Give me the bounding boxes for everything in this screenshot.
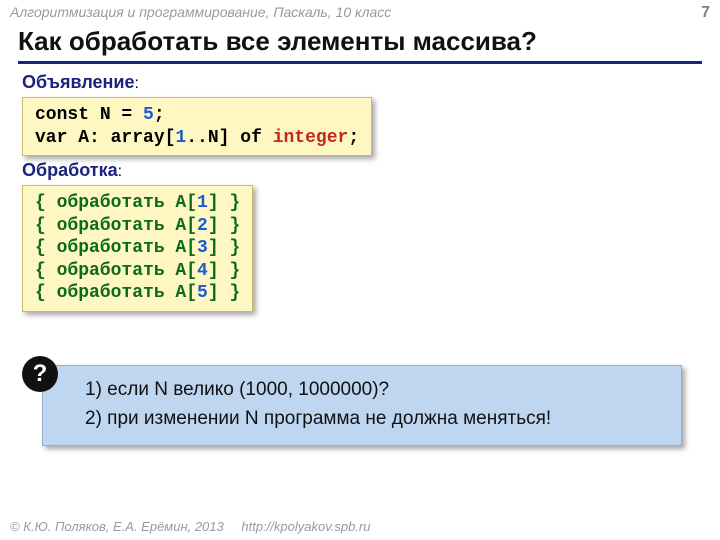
processing-codebox: { обработать A[1] } { обработать A[2] } … (22, 185, 253, 312)
processing-colon: : (118, 163, 122, 180)
code-semi1: ; (154, 105, 165, 125)
processing-label: Обработка: (22, 160, 253, 181)
code-line-2: var A: array[1..N] of integer; (35, 127, 359, 150)
code-semi2: ; (348, 128, 359, 148)
code-comment-1: { обработать A[1] } (35, 192, 240, 215)
code-kw-array: array (100, 128, 165, 148)
code-kw-const: const (35, 105, 89, 125)
processing-label-text: Обработка (22, 160, 118, 180)
code-kw-var: var (35, 128, 67, 148)
question-line-1: 1) если N велико (1000, 1000000)? (85, 376, 665, 405)
header-bar: Алгоритмизация и программирование, Паска… (10, 4, 710, 22)
declaration-colon: : (135, 75, 139, 92)
slide-title: Как обработать все элементы массива? (18, 26, 702, 64)
declaration-section: Объявление: const N = 5; var A: array[1.… (22, 72, 372, 156)
footer-url: http://kpolyakov.spb.ru (241, 519, 370, 534)
code-five: 5 (132, 105, 154, 125)
question-box: 1) если N велико (1000, 1000000)? 2) при… (42, 365, 682, 446)
code-line-1: const N = 5; (35, 104, 359, 127)
footer: © К.Ю. Поляков, Е.А. Ерёмин, 2013 http:/… (10, 519, 370, 534)
footer-copyright: © К.Ю. Поляков, Е.А. Ерёмин, 2013 (10, 519, 224, 534)
code-eq: = (111, 105, 133, 125)
course-name: Алгоритмизация и программирование, Паска… (10, 4, 391, 22)
question-mark-icon: ? (22, 356, 58, 392)
code-one: 1 (175, 128, 186, 148)
declaration-label-text: Объявление (22, 72, 135, 92)
code-comment-2: { обработать A[2] } (35, 215, 240, 238)
code-comment-3: { обработать A[3] } (35, 237, 240, 260)
code-of: of (229, 128, 272, 148)
question-line-2: 2) при изменении N программа не должна м… (85, 405, 665, 434)
declaration-codebox: const N = 5; var A: array[1..N] of integ… (22, 97, 372, 156)
code-n: N (89, 105, 111, 125)
code-integer: integer (273, 128, 349, 148)
declaration-label: Объявление: (22, 72, 372, 93)
code-rng: ..N] (186, 128, 229, 148)
page-number: 7 (701, 4, 710, 22)
code-lb: [ (165, 128, 176, 148)
code-comment-5: { обработать A[5] } (35, 282, 240, 305)
code-a: A: (67, 128, 99, 148)
processing-section: Обработка: { обработать A[1] } { обработ… (22, 160, 253, 312)
code-comment-4: { обработать A[4] } (35, 260, 240, 283)
